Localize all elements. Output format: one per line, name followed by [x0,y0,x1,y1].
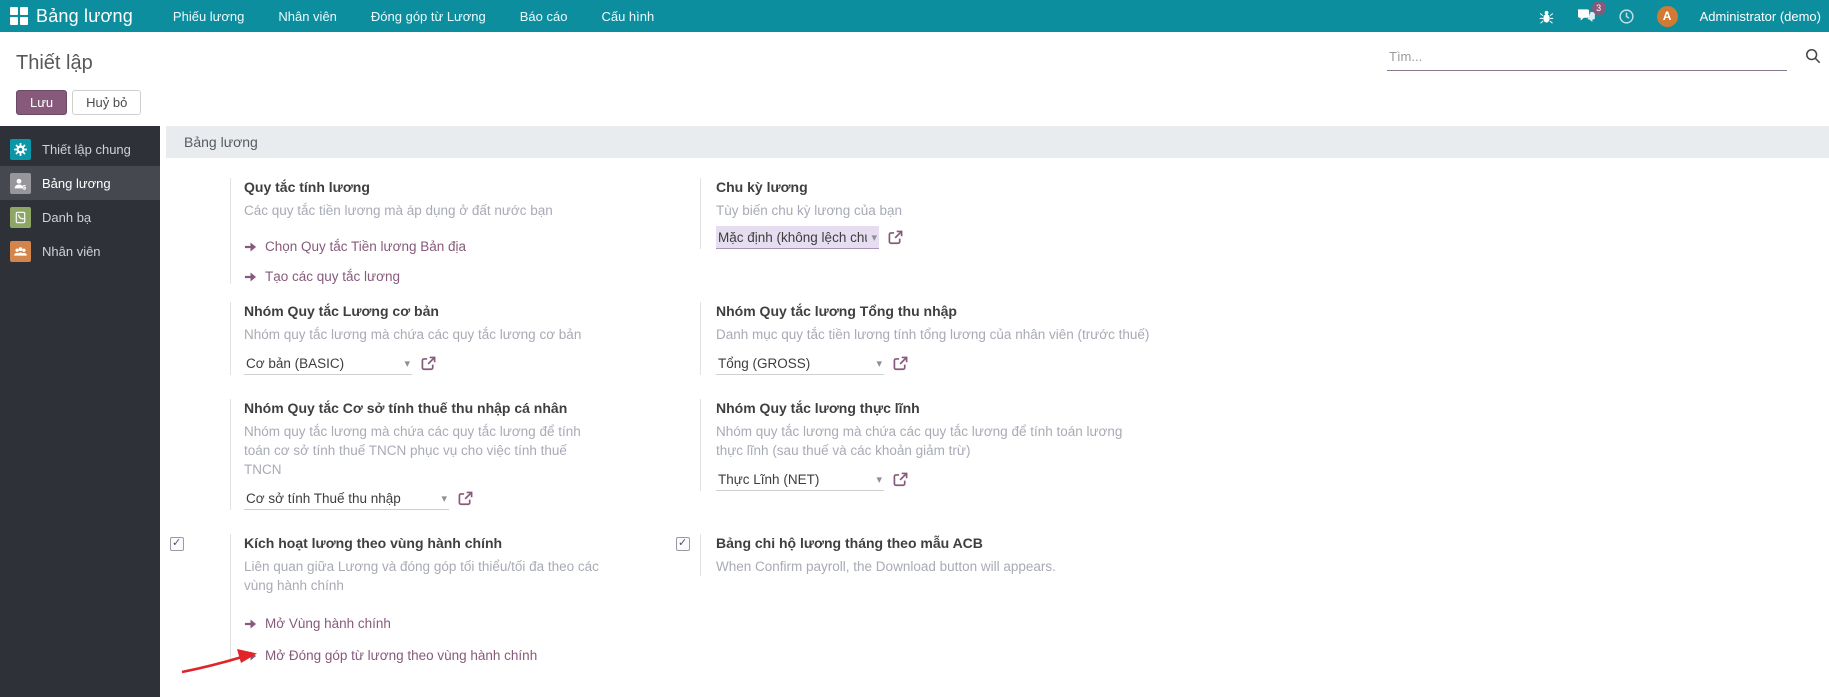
setting-title: Quy tắc tính lương [244,179,370,195]
caret-down-icon [871,231,877,244]
svg-text:$: $ [22,184,26,191]
setting-subtitle: Các quy tắc tiền lương mà áp dụng ở đất … [244,203,553,218]
setting-acb-report: Bảng chi hộ lương tháng theo mẫu ACB Whe… [610,534,1170,663]
gross-rule-group-select[interactable]: Tổng (GROSS) [716,352,884,375]
setting-title: Nhóm Quy tắc Cơ sở tính thuế thu nhập cá… [244,400,568,416]
caret-down-icon [441,492,447,505]
external-link-icon[interactable] [893,356,908,371]
setting-subtitle: When Confirm payroll, the Download butto… [716,559,1056,574]
tax-base-rule-group-select[interactable]: Cơ sở tính Thuế thu nhập [244,487,449,510]
arrow-right-icon [244,618,257,630]
sidebar-item-danh-ba[interactable]: Danh bạ [0,200,160,234]
arrow-right-icon [244,241,257,253]
setting-title: Bảng chi hộ lương tháng theo mẫu ACB [716,535,983,551]
external-link-icon[interactable] [888,230,903,245]
search-icon[interactable] [1805,48,1821,69]
sidebar-item-bang-luong[interactable]: $ Bảng lương [0,166,160,200]
apps-menu-icon[interactable] [10,7,28,25]
settings-form: Quy tắc tính lương Các quy tắc tiền lươn… [160,158,1829,673]
acb-report-checkbox[interactable] [676,536,690,551]
pay-cycle-select[interactable]: Mặc định (không lệch chu [716,226,879,249]
app-brand[interactable]: Bảng lương [36,6,133,27]
search-input[interactable] [1387,46,1787,71]
external-link-icon[interactable] [458,491,473,506]
nav-item-cau-hinh[interactable]: Cấu hình [601,9,654,24]
top-navbar: Bảng lương Phiếu lương Nhân viên Đóng gó… [0,0,1829,32]
caret-down-icon [876,357,882,370]
basic-rule-group-select[interactable]: Cơ bản (BASIC) [244,352,412,375]
setting-subtitle: Danh mục quy tắc tiền lương tính tổng lư… [716,327,1150,342]
caret-down-icon [876,473,882,486]
setting-title: Nhóm Quy tắc lương thực lĩnh [716,400,920,416]
setting-title: Kích hoạt lương theo vùng hành chính [244,535,503,551]
setting-admin-region: Kích hoạt lương theo vùng hành chính Liê… [165,534,610,673]
arrow-right-icon [244,650,257,662]
setting-net-rule-group: Nhóm Quy tắc lương thực lĩnh Nhóm quy tắ… [610,399,1170,510]
choose-local-salary-rules-link[interactable]: Chọn Quy tắc Tiền lương Bản địa [244,239,610,254]
sidebar-item-label: Thiết lập chung [42,141,131,157]
contacts-icon [10,206,31,228]
setting-subtitle: Nhóm quy tắc lương mà chứa các quy tắc l… [716,424,1123,458]
setting-gross-rule-group: Nhóm Quy tắc lương Tổng thu nhập Danh mụ… [610,302,1170,375]
messages-count-badge: 3 [1591,1,1606,15]
sidebar-item-nhan-vien[interactable]: Nhân viên [0,234,160,268]
nav-item-bao-cao[interactable]: Báo cáo [520,9,568,24]
setting-subtitle: Liên quan giữa Lương và đóng góp tối thi… [244,559,599,593]
setting-pay-cycle: Chu kỳ lương Tùy biến chu kỳ lương của b… [610,178,1170,284]
caret-down-icon [404,357,410,370]
save-button[interactable]: Lưu [16,90,68,115]
avatar[interactable]: A [1656,5,1678,27]
bug-icon[interactable] [1539,9,1554,24]
sidebar-item-label: Nhân viên [42,243,101,259]
payroll-icon: $ [10,172,31,194]
net-rule-group-select[interactable]: Thực Lĩnh (NET) [716,468,884,491]
setting-subtitle: Nhóm quy tắc lương mà chứa các quy tắc l… [244,327,582,342]
gear-icon [10,138,31,160]
nav-item-phieu-luong[interactable]: Phiếu lương [173,9,244,24]
create-salary-rules-link[interactable]: Tạo các quy tắc lương [244,269,610,284]
user-menu[interactable]: Administrator (demo) [1700,9,1821,24]
open-region-contributions-link[interactable]: Mở Đóng góp từ lương theo vùng hành chín… [181,648,610,673]
nav-item-dong-gop[interactable]: Đóng góp từ Lương [371,9,486,24]
admin-region-checkbox[interactable] [170,536,184,551]
control-panel: Thiết lập Lưu Huỷ bỏ [0,32,1829,126]
main-menu: Phiếu lương Nhân viên Đóng góp từ Lương … [173,9,654,24]
open-admin-regions-link[interactable]: Mở Vùng hành chính [244,616,610,631]
settings-sidebar: Thiết lập chung $ Bảng lương Danh bạ Nhâ… [0,126,160,697]
arrow-right-icon [244,271,257,283]
discard-button[interactable]: Huỷ bỏ [72,90,142,115]
settings-section-header: Bảng lương [166,126,1829,158]
external-link-icon[interactable] [893,472,908,487]
setting-subtitle: Tùy biến chu kỳ lương của bạn [716,203,902,218]
sidebar-item-label: Danh bạ [42,209,92,225]
sidebar-item-label: Bảng lương [42,175,111,191]
setting-title: Nhóm Quy tắc lương Tổng thu nhập [716,303,957,319]
setting-subtitle: Nhóm quy tắc lương mà chứa các quy tắc l… [244,424,581,477]
sidebar-item-thiet-lap-chung[interactable]: Thiết lập chung [0,132,160,166]
activity-clock-icon[interactable] [1618,8,1635,25]
setting-basic-rule-group: Nhóm Quy tắc Lương cơ bản Nhóm quy tắc l… [165,302,610,375]
employees-icon [10,240,31,262]
messages-icon[interactable]: 3 [1576,1,1606,24]
settings-section-title: Bảng lương [184,134,258,150]
setting-title: Nhóm Quy tắc Lương cơ bản [244,303,439,319]
setting-salary-rules: Quy tắc tính lương Các quy tắc tiền lươn… [165,178,610,284]
nav-item-nhan-vien[interactable]: Nhân viên [278,9,337,24]
external-link-icon[interactable] [421,356,436,371]
setting-title: Chu kỳ lương [716,179,808,195]
setting-tax-base-rule-group: Nhóm Quy tắc Cơ sở tính thuế thu nhập cá… [165,399,610,510]
